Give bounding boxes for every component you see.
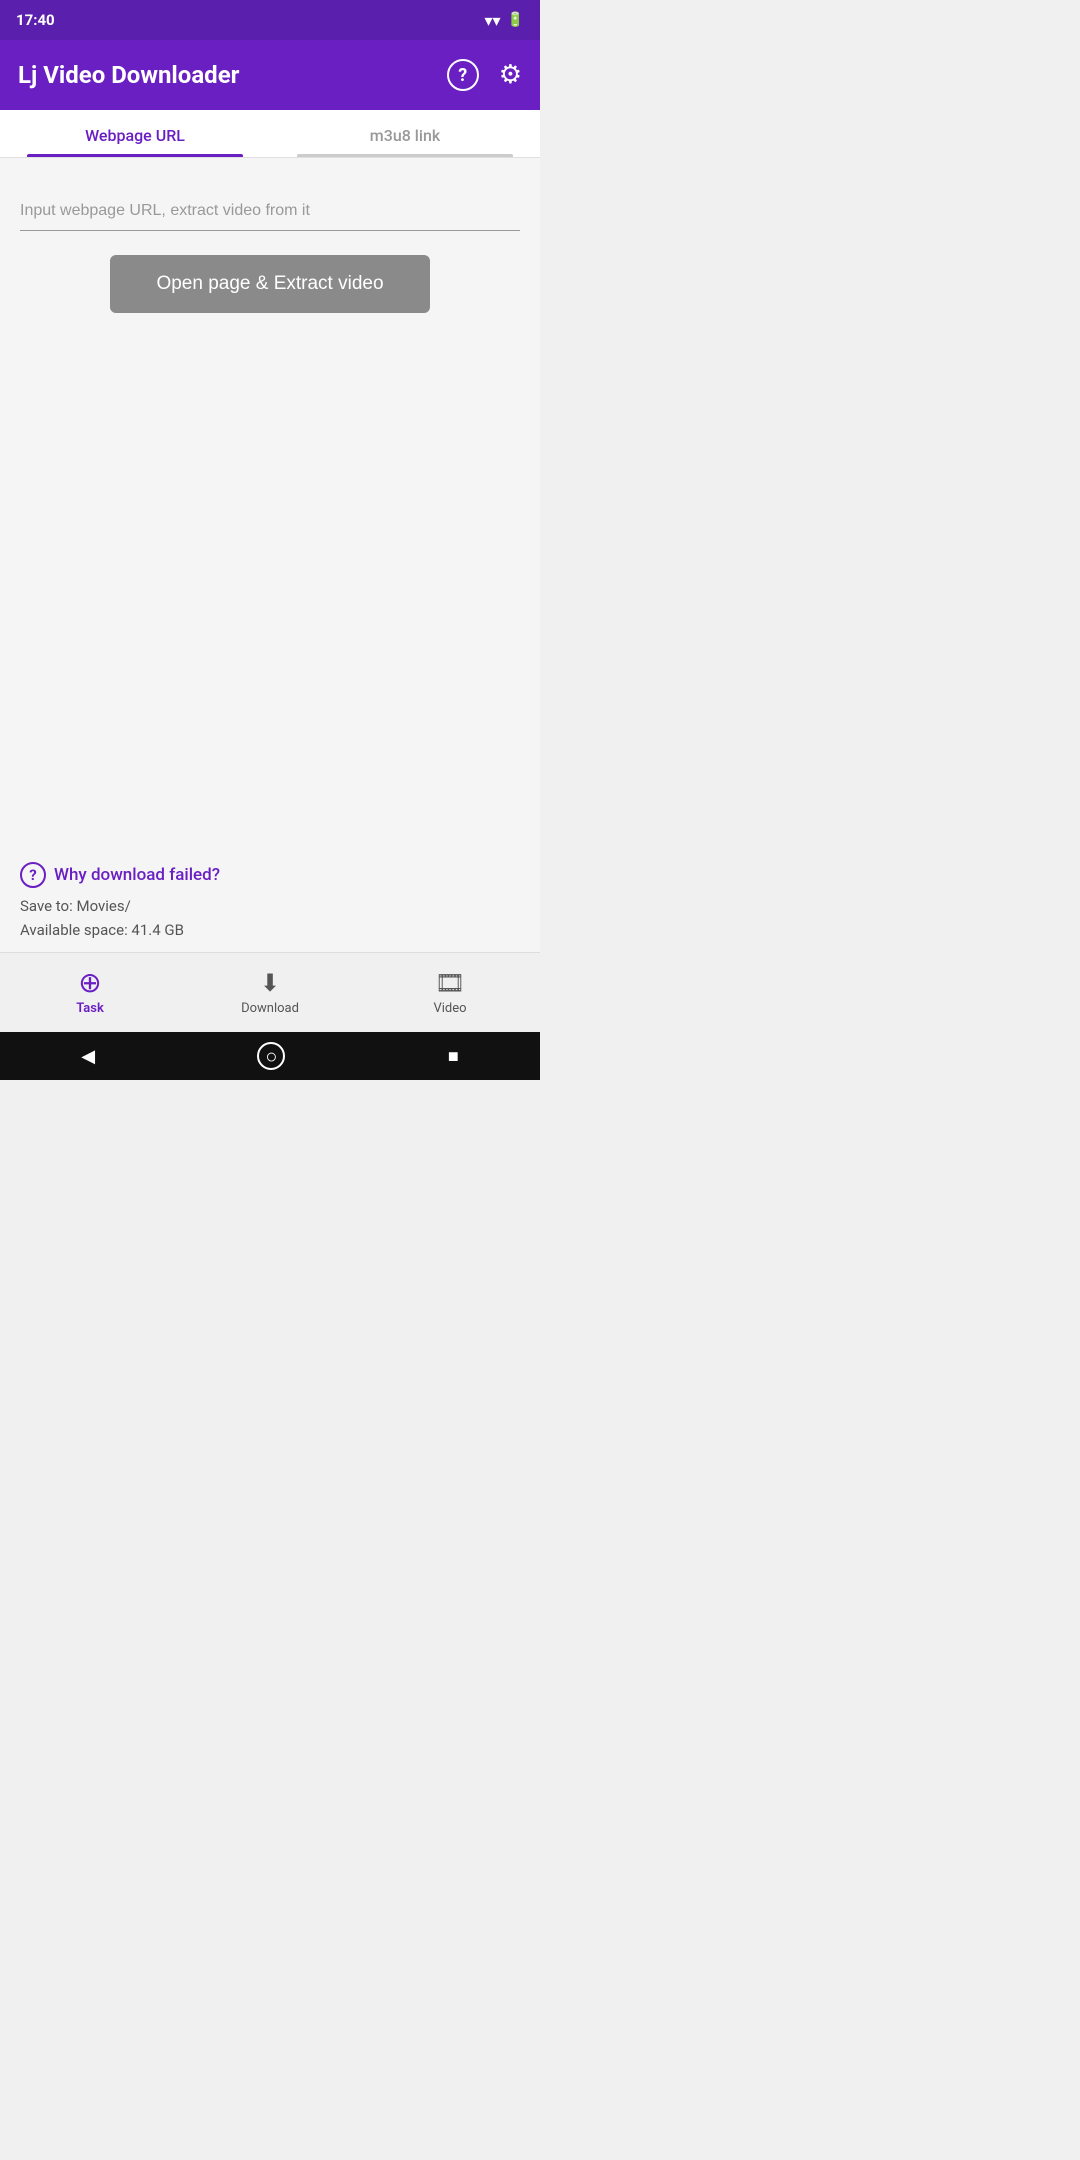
video-icon: 🎞 (435, 969, 465, 997)
app-wrapper: 17:40 ▾▾ 🔋 Lj Video Downloader ? ⚙ Webpa… (0, 0, 540, 1080)
available-space-text: Available space: 41.4 GB (20, 918, 520, 942)
tab-webpage-url[interactable]: Webpage URL (0, 110, 270, 157)
bottom-nav: ⊕ Task ⬇ Download 🎞 Video (0, 952, 540, 1032)
url-input-wrapper (20, 198, 520, 231)
task-icon: ⊕ (78, 969, 101, 997)
download-label: Download (241, 1001, 299, 1016)
tab-m3u8-link[interactable]: m3u8 link (270, 110, 540, 157)
nav-download[interactable]: ⬇ Download (180, 953, 360, 1032)
url-input[interactable] (20, 198, 520, 224)
why-failed-icon: ? (20, 862, 46, 888)
back-button[interactable]: ◀ (81, 1046, 95, 1067)
extract-button[interactable]: Open page & Extract video (110, 255, 430, 313)
app-title: Lj Video Downloader (18, 61, 239, 89)
home-button[interactable]: ○ (257, 1042, 285, 1070)
status-icons: ▾▾ 🔋 (485, 11, 525, 30)
settings-icon[interactable]: ⚙ (499, 60, 522, 90)
app-bar-actions: ? ⚙ (447, 59, 522, 91)
bottom-info: ? Why download failed? Save to: Movies/ … (0, 848, 540, 952)
download-icon: ⬇ (260, 969, 280, 997)
help-icon[interactable]: ? (447, 59, 479, 91)
why-failed-link[interactable]: ? Why download failed? (20, 862, 520, 888)
main-content: Open page & Extract video (0, 158, 540, 848)
status-bar: 17:40 ▾▾ 🔋 (0, 0, 540, 40)
why-failed-text: Why download failed? (54, 865, 220, 885)
video-label: Video (433, 1001, 466, 1016)
app-bar: Lj Video Downloader ? ⚙ (0, 40, 540, 110)
save-to-text: Save to: Movies/ (20, 894, 520, 918)
nav-task[interactable]: ⊕ Task (0, 953, 180, 1032)
android-nav-bar: ◀ ○ ■ (0, 1032, 540, 1080)
status-time: 17:40 (16, 11, 55, 29)
content-area: Open page & Extract video ? Why download… (0, 158, 540, 1032)
wifi-icon: ▾▾ (485, 11, 501, 30)
battery-icon: 🔋 (507, 12, 524, 28)
task-label: Task (76, 1001, 104, 1016)
recent-button[interactable]: ■ (448, 1046, 459, 1067)
nav-video[interactable]: 🎞 Video (360, 953, 540, 1032)
tab-bar: Webpage URL m3u8 link (0, 110, 540, 158)
